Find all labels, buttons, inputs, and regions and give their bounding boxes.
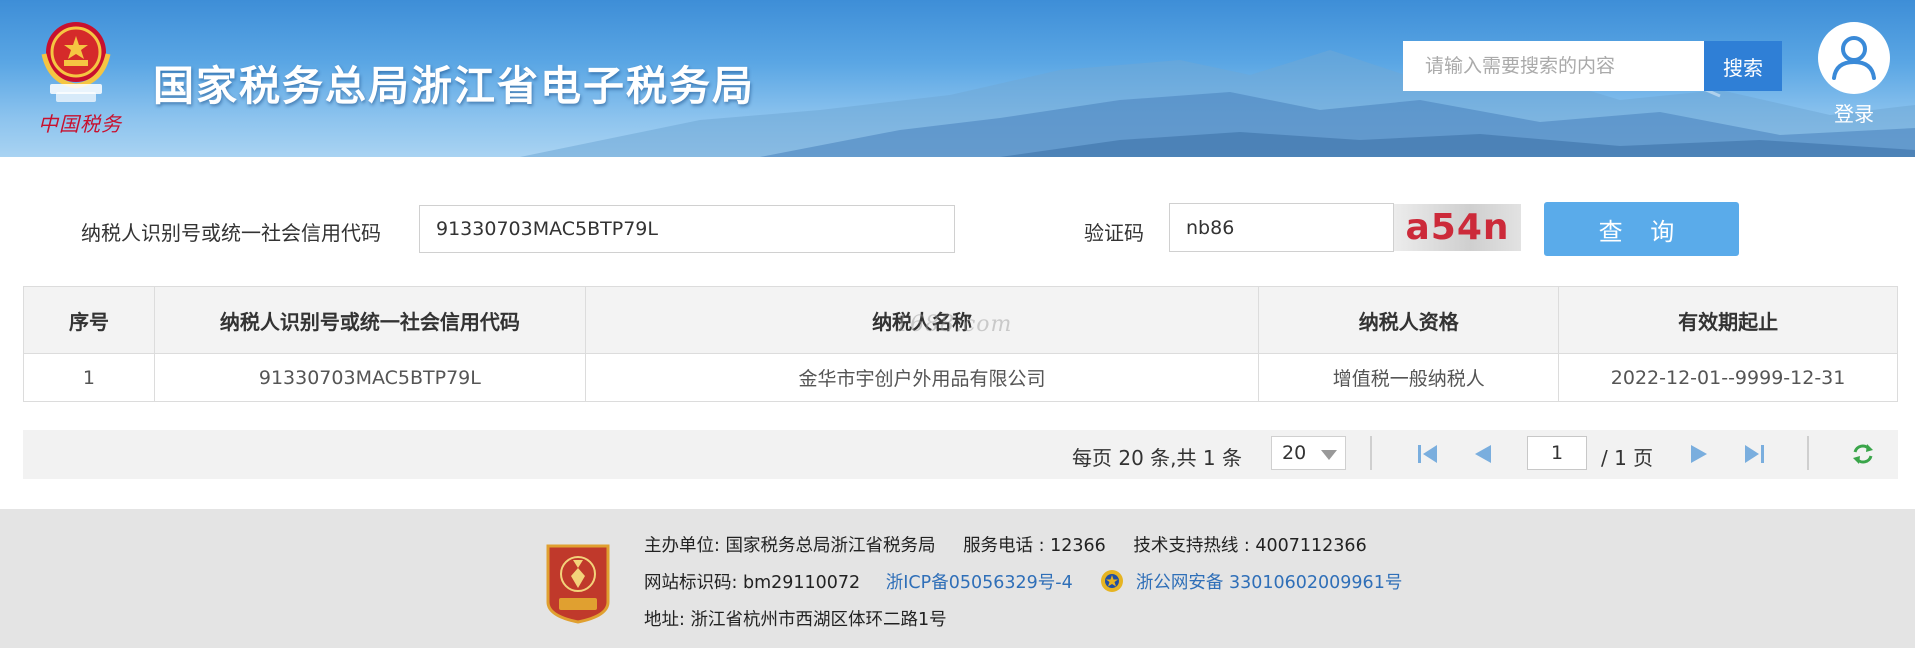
tax-id-input[interactable] [419, 205, 955, 253]
prev-page-icon[interactable] [1470, 441, 1496, 467]
logo-script: 中国税务 [38, 112, 122, 136]
page-size-select[interactable]: 20 [1271, 436, 1346, 470]
footer-sponsor: 国家税务总局浙江省税务局 [725, 536, 936, 556]
cell-validity: 2022-12-01--9999-12-31 [1558, 353, 1898, 402]
cell-taxpayer-name: 金华市宇创户外用品有限公司 [584, 353, 1260, 402]
search-button[interactable]: 搜索 [1704, 41, 1782, 91]
column-header-tax-id: 纳税人识别号或统一社会信用代码 [153, 286, 586, 354]
chevron-down-icon [1321, 450, 1337, 460]
pagination-bar: 每页 20 条,共 1 条 20 / 1 页 [23, 430, 1898, 479]
column-header-index: 序号 [23, 286, 155, 354]
site-title: 国家税务总局浙江省电子税务局 [153, 62, 755, 110]
column-header-validity: 有效期起止 [1558, 286, 1898, 354]
footer-line-records: 网站标识码: bm29110072 浙ICP备05056329号-4 浙公网安备… [644, 569, 1402, 594]
user-avatar-icon [1832, 36, 1876, 80]
cell-qualification: 增值税一般纳税人 [1258, 353, 1560, 402]
captcha-label: 验证码 [1084, 221, 1144, 245]
search-input[interactable] [1403, 41, 1704, 91]
pager-info: 每页 20 条,共 1 条 [1072, 446, 1242, 470]
current-page-input[interactable] [1527, 436, 1587, 470]
last-page-icon[interactable] [1741, 441, 1767, 467]
cell-index: 1 [23, 353, 155, 402]
footer-address: 地址: 浙江省杭州市西湖区体环二路1号 [644, 610, 947, 630]
page-size-value: 20 [1282, 442, 1307, 464]
tax-emblem-icon [546, 544, 610, 624]
footer-sponsor-label: 主办单位: [644, 536, 720, 556]
footer-site-id: 网站标识码: bm29110072 [644, 573, 861, 593]
login-label: 登录 [1834, 102, 1874, 126]
total-pages: / 1 页 [1601, 446, 1654, 470]
national-emblem-icon [41, 22, 111, 102]
tax-id-label: 纳税人识别号或统一社会信用代码 [81, 221, 381, 245]
captcha-image[interactable]: a54n [1394, 204, 1521, 251]
footer-service-phone: 服务电话 : 12366 [963, 536, 1106, 556]
first-page-icon[interactable] [1415, 441, 1441, 467]
table-row: 1 91330703MAC5BTP79L 金华市宇创户外用品有限公司 增值税一般… [23, 353, 1898, 402]
login-avatar[interactable] [1818, 22, 1890, 94]
results-table: 序号 纳税人识别号或统一社会信用代码 纳税人名称 纳税人资格 有效期起止 1 9… [23, 286, 1898, 402]
pager-divider [1370, 436, 1372, 470]
login-button[interactable]: 登录 [1816, 22, 1892, 127]
refresh-icon[interactable] [1850, 441, 1876, 467]
icp-record-link[interactable]: 浙ICP备05056329号-4 [886, 573, 1073, 593]
cell-tax-id: 91330703MAC5BTP79L [153, 353, 586, 402]
watermark: 1688.com [895, 312, 1013, 337]
police-record-link[interactable]: 浙公网安备 33010602009961号 [1136, 573, 1402, 593]
captcha-input[interactable] [1169, 203, 1394, 252]
next-page-icon[interactable] [1686, 441, 1712, 467]
footer-line-sponsor: 主办单位: 国家税务总局浙江省税务局 服务电话 : 12366 技术支持热线 :… [644, 532, 1367, 557]
police-badge-icon [1101, 570, 1124, 592]
pager-divider [1807, 436, 1809, 470]
site-header: 中国税务 国家税务总局浙江省电子税务局 搜索 登录 [0, 0, 1915, 157]
query-button[interactable]: 查 询 [1544, 202, 1739, 256]
column-header-qualification: 纳税人资格 [1258, 286, 1560, 354]
footer-support-hotline: 技术支持热线 : 4007112366 [1133, 536, 1367, 556]
site-footer: 主办单位: 国家税务总局浙江省税务局 服务电话 : 12366 技术支持热线 :… [0, 509, 1915, 648]
